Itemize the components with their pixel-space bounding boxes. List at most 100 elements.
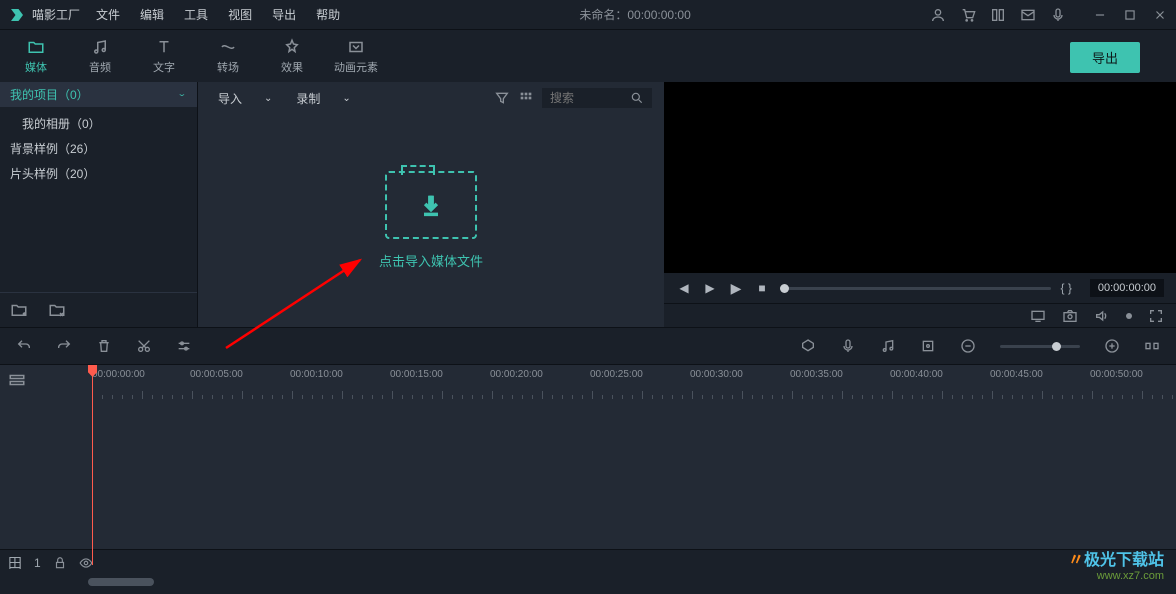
menu-help[interactable]: 帮助 [316, 6, 340, 23]
eye-icon[interactable] [79, 556, 93, 570]
sidebar: 我的项目（0） ⌄ 我的相册（0） 背景样例（26） 片头样例（20） [0, 82, 198, 327]
import-label: 导入 [218, 90, 242, 107]
ruler-mark: 00:00:20:00 [490, 369, 543, 380]
user-icon[interactable] [930, 7, 946, 23]
mail-icon[interactable] [1020, 7, 1036, 23]
lock-icon[interactable] [53, 556, 67, 570]
ruler-mark: 00:00:40:00 [890, 369, 943, 380]
preview-braces[interactable]: { } [1061, 281, 1072, 295]
volume-dot[interactable] [1126, 313, 1132, 319]
fullscreen-icon[interactable] [1148, 308, 1164, 324]
search-input[interactable] [550, 91, 624, 105]
display-icon[interactable] [1030, 308, 1046, 324]
preview-video[interactable] [664, 82, 1176, 273]
tab-transition-label: 转场 [217, 59, 239, 75]
crop-icon[interactable] [920, 338, 936, 354]
stop-icon[interactable]: ■ [754, 280, 770, 296]
zoom-out-icon[interactable] [960, 338, 976, 354]
tab-effect[interactable]: 效果 [264, 33, 320, 79]
record-label: 录制 [296, 90, 320, 107]
library-icon[interactable] [990, 7, 1006, 23]
timeline-footer: 田 1 [0, 549, 1176, 575]
scrollbar-thumb[interactable] [88, 578, 154, 586]
chevron-down-icon: ⌄ [342, 93, 350, 104]
volume-icon[interactable] [1094, 308, 1110, 324]
search-icon[interactable] [630, 91, 644, 105]
import-button[interactable]: 导入 ⌄ [210, 86, 280, 111]
main-menu: 文件 编辑 工具 视图 导出 帮助 [96, 6, 340, 23]
music-icon [91, 38, 109, 56]
window-controls [1092, 7, 1168, 23]
timeline-scrollbar[interactable] [0, 575, 1176, 589]
track-aspect-icon[interactable]: 田 [8, 553, 22, 573]
tab-effect-label: 效果 [281, 59, 303, 75]
zoom-slider[interactable] [1000, 345, 1080, 348]
timeline-ruler[interactable]: 00:00:00:0000:00:05:0000:00:10:0000:00:1… [0, 365, 1176, 399]
grid-icon[interactable] [518, 90, 534, 106]
logo-icon [8, 6, 26, 24]
audio-mix-icon[interactable] [880, 338, 896, 354]
menu-view[interactable]: 视图 [228, 6, 252, 23]
tab-media[interactable]: 媒体 [8, 33, 64, 79]
download-arrow-icon [417, 191, 445, 219]
timeline-toolbar [0, 327, 1176, 365]
tab-audio[interactable]: 音频 [72, 33, 128, 79]
preview-panel: ◀ ▶ ▶ ■ { } 00:00:00:00 [664, 82, 1176, 327]
zoom-in-icon[interactable] [1104, 338, 1120, 354]
timeline-tracks[interactable] [0, 399, 1176, 549]
record-button[interactable]: 录制 ⌄ [288, 86, 358, 111]
menu-tools[interactable]: 工具 [184, 6, 208, 23]
cut-icon[interactable] [136, 338, 152, 354]
minimize-icon[interactable] [1092, 7, 1108, 23]
delete-icon[interactable] [96, 338, 112, 354]
export-button[interactable]: 导出 [1070, 42, 1140, 73]
sidebar-item-bg[interactable]: 背景样例（26） [0, 136, 197, 161]
redo-icon[interactable] [56, 338, 72, 354]
preview-scrubber[interactable] [780, 287, 1051, 290]
sidebar-item-album[interactable]: 我的相册（0） [0, 111, 197, 136]
fit-icon[interactable] [1144, 338, 1160, 354]
playhead[interactable] [92, 365, 93, 565]
titlebar-right [930, 7, 1168, 23]
next-frame-icon[interactable]: ▶ [702, 280, 718, 296]
menu-export[interactable]: 导出 [272, 6, 296, 23]
close-icon[interactable] [1152, 7, 1168, 23]
play-icon[interactable]: ▶ [728, 280, 744, 296]
add-folder-icon[interactable] [10, 301, 28, 319]
tab-text[interactable]: 文字 [136, 33, 192, 79]
timeline-mode-icon[interactable] [8, 371, 26, 389]
ruler-mark: 00:00:30:00 [690, 369, 743, 380]
menu-edit[interactable]: 编辑 [140, 6, 164, 23]
sidebar-item-intro[interactable]: 片头样例（20） [0, 161, 197, 186]
tab-motion[interactable]: 动画元素 [328, 33, 384, 79]
tab-transition[interactable]: 转场 [200, 33, 256, 79]
prev-frame-icon[interactable]: ◀ [676, 280, 692, 296]
cart-icon[interactable] [960, 7, 976, 23]
sidebar-header-label: 我的项目（0） [10, 86, 89, 103]
effect-icon [283, 38, 301, 56]
snapshot-icon[interactable] [1062, 308, 1078, 324]
media-drop-zone[interactable]: 点击导入媒体文件 [198, 114, 664, 327]
undo-icon[interactable] [16, 338, 32, 354]
titlebar: 喵影工厂 文件 编辑 工具 视图 导出 帮助 未命名：00:00:00:00 [0, 0, 1176, 30]
mic-icon[interactable] [1050, 7, 1066, 23]
project-title: 未命名：00:00:00:00 [340, 6, 930, 23]
ruler-mark: 00:00:10:00 [290, 369, 343, 380]
chevron-down-icon: ⌄ [177, 89, 187, 99]
voiceover-icon[interactable] [840, 338, 856, 354]
transition-icon [219, 38, 237, 56]
remove-folder-icon[interactable] [48, 301, 66, 319]
ruler-mark: 00:00:05:00 [190, 369, 243, 380]
tab-motion-label: 动画元素 [334, 59, 378, 75]
text-icon [155, 38, 173, 56]
maximize-icon[interactable] [1122, 7, 1138, 23]
search-box[interactable] [542, 88, 652, 108]
filter-icon[interactable] [494, 90, 510, 106]
marker-icon[interactable] [800, 338, 816, 354]
motion-icon [347, 38, 365, 56]
sidebar-header[interactable]: 我的项目（0） ⌄ [0, 82, 197, 107]
main-content: 我的项目（0） ⌄ 我的相册（0） 背景样例（26） 片头样例（20） 导入 ⌄… [0, 82, 1176, 327]
timeline: 00:00:00:0000:00:05:0000:00:10:0000:00:1… [0, 365, 1176, 589]
settings-icon[interactable] [176, 338, 192, 354]
menu-file[interactable]: 文件 [96, 6, 120, 23]
